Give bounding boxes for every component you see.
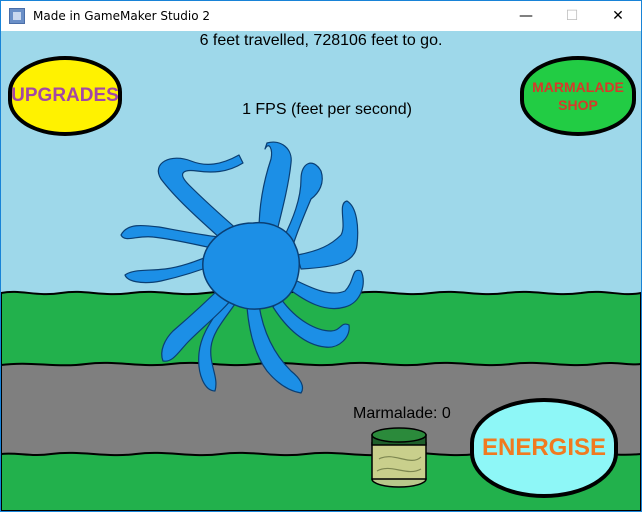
distance-readout: 6 feet travelled, 728106 feet to go. <box>199 32 443 49</box>
marmalade-shop-button[interactable]: MARMALADE SHOP <box>520 56 636 136</box>
energise-button[interactable]: ENERGISE <box>470 398 618 498</box>
upgrades-button[interactable]: UPGRADES <box>8 56 122 136</box>
energise-label: ENERGISE <box>481 434 607 461</box>
window-title: Made in GameMaker Studio 2 <box>33 9 211 23</box>
close-button[interactable]: ✕ <box>595 1 641 31</box>
game-canvas[interactable]: 6 feet travelled, 728106 feet to go. 1 F… <box>1 31 641 511</box>
shop-label-line1: MARMALADE <box>532 79 624 95</box>
gamemaker-app-icon <box>9 8 25 24</box>
upgrades-label: UPGRADES <box>11 85 119 106</box>
game-window: Made in GameMaker Studio 2 — ☐ ✕ 6 feet … <box>0 0 642 512</box>
shop-label-line2: SHOP <box>558 97 598 113</box>
marmalade-jar-icon <box>371 427 427 488</box>
minimize-button[interactable]: — <box>503 1 549 31</box>
maximize-button[interactable]: ☐ <box>549 1 595 31</box>
title-bar[interactable]: Made in GameMaker Studio 2 — ☐ ✕ <box>1 1 641 31</box>
marmalade-counter: Marmalade: 0 <box>353 405 451 422</box>
